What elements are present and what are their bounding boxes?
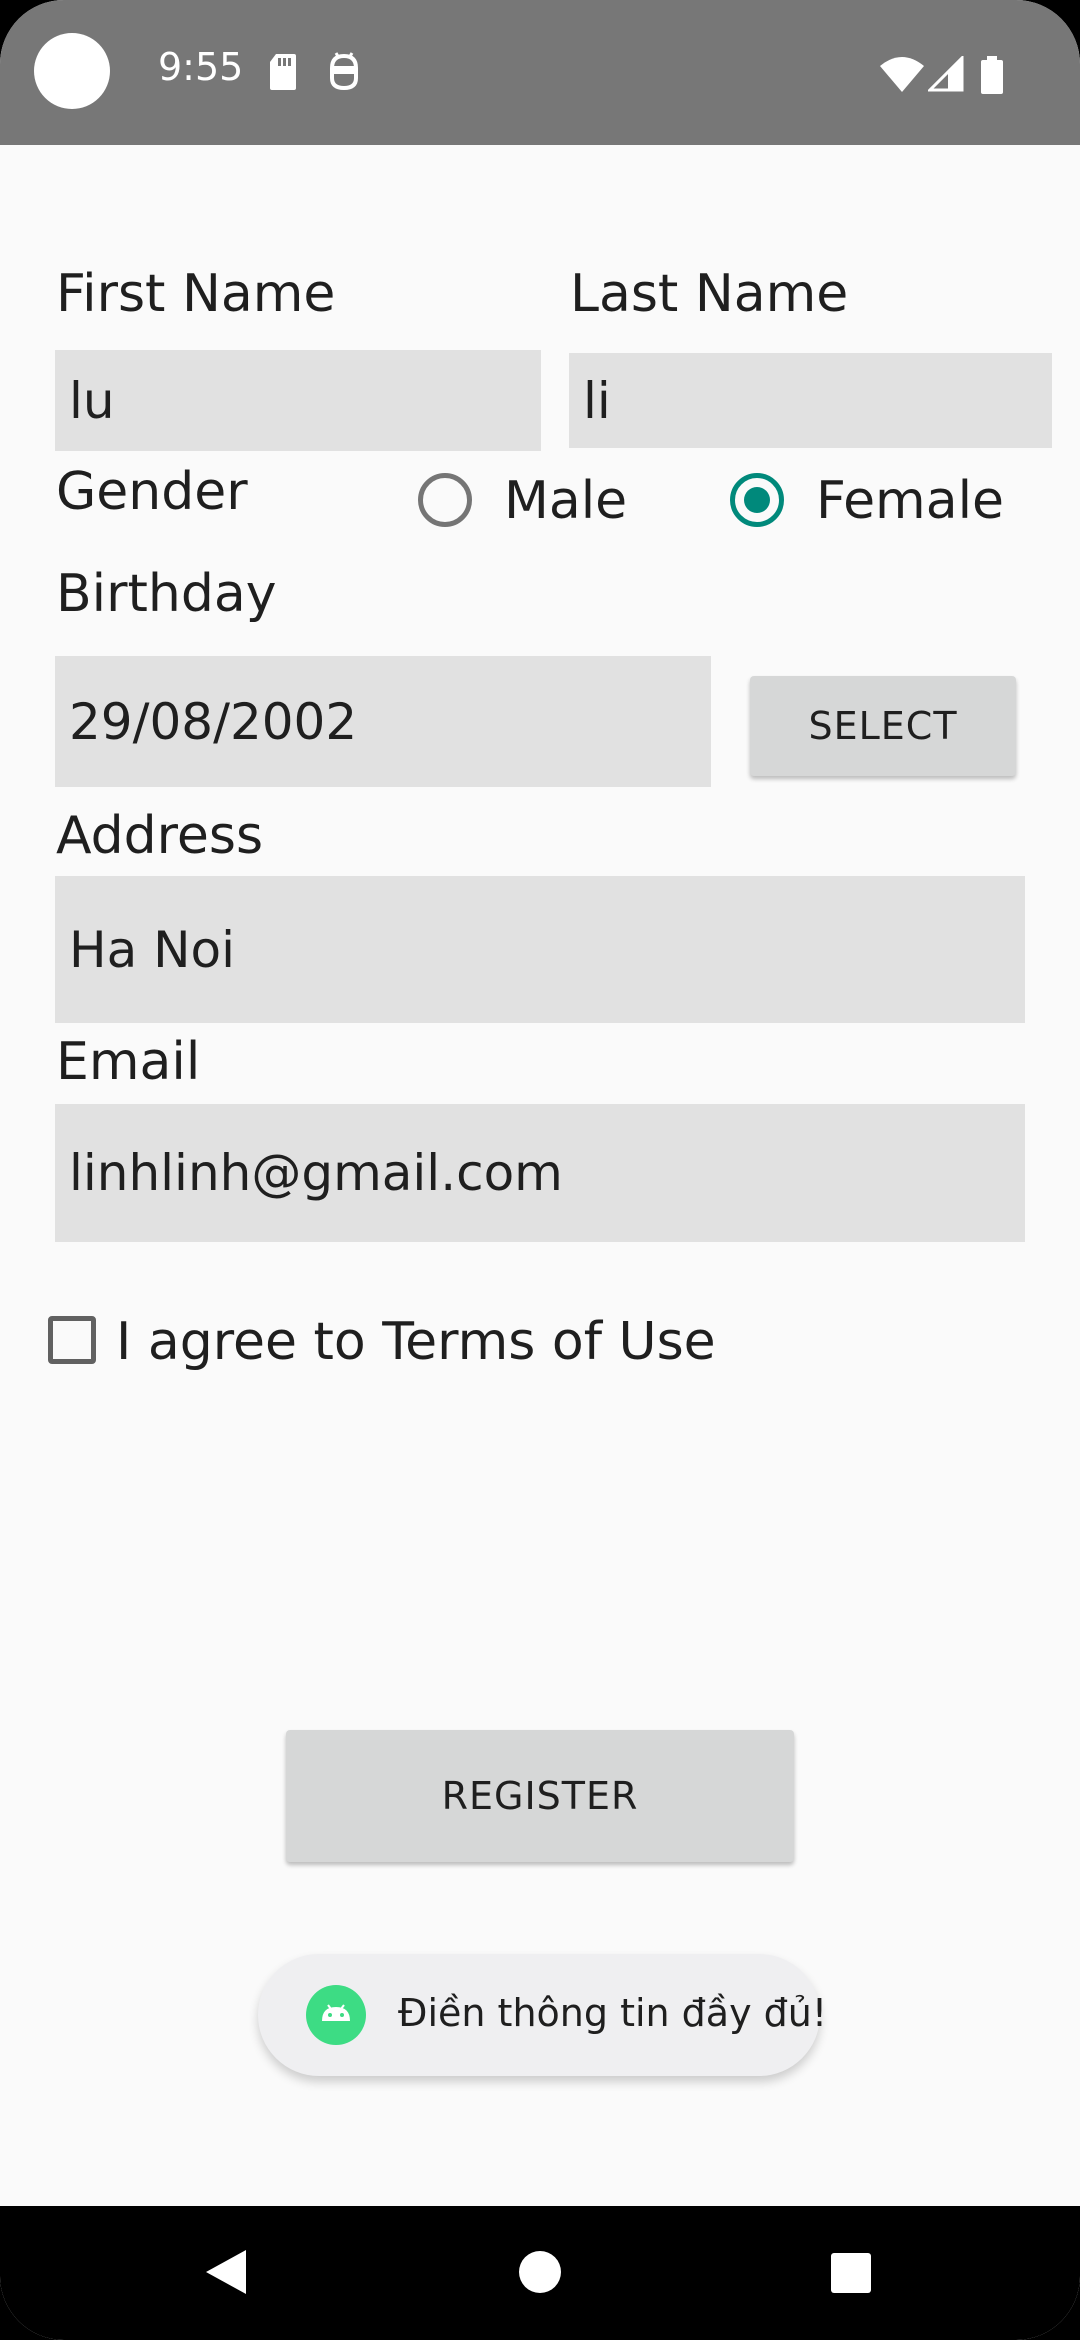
male-radio[interactable] [418, 473, 472, 527]
camera-cutout [34, 33, 110, 109]
recents-icon[interactable] [830, 2252, 872, 2294]
birthday-label: Birthday [56, 564, 277, 624]
email-label: Email [56, 1032, 201, 1092]
gender-label: Gender [56, 462, 248, 522]
address-label: Address [56, 806, 264, 866]
signal-icon [928, 56, 964, 92]
android-debug-icon [329, 52, 359, 91]
sd-card-icon [270, 54, 296, 90]
android-app-icon [306, 1985, 366, 2045]
last-name-label: Last Name [570, 264, 849, 324]
last-name-input[interactable]: li [569, 353, 1052, 448]
status-bar: 9:55 [0, 0, 1080, 145]
home-icon[interactable] [518, 2250, 562, 2294]
address-input[interactable]: Ha Noi [55, 876, 1025, 1023]
first-name-input[interactable]: lu [55, 350, 541, 451]
wifi-icon [880, 57, 924, 92]
female-radio-label[interactable]: Female [816, 475, 1004, 527]
select-date-button[interactable]: SELECT [750, 676, 1016, 776]
toast-text: Điền thông tin đầy đủ! [398, 1991, 828, 2035]
app-screen: 9:55 First Name Last Name lu li Gender M… [0, 0, 1080, 2340]
toast-message: Điền thông tin đầy đủ! [258, 1954, 827, 2076]
back-icon[interactable] [204, 2248, 248, 2296]
status-time: 9:55 [158, 45, 244, 89]
birthday-input[interactable]: 29/08/2002 [55, 656, 711, 787]
male-radio-label[interactable]: Male [504, 475, 627, 527]
female-radio[interactable] [730, 473, 784, 527]
navigation-bar [0, 2206, 1080, 2340]
email-input[interactable]: linhlinh@gmail.com [55, 1104, 1025, 1242]
battery-icon [981, 56, 1003, 94]
terms-checkbox[interactable] [48, 1316, 96, 1364]
register-button[interactable]: REGISTER [286, 1730, 794, 1862]
first-name-label: First Name [56, 264, 336, 324]
terms-label[interactable]: I agree to Terms of Use [116, 1316, 716, 1368]
